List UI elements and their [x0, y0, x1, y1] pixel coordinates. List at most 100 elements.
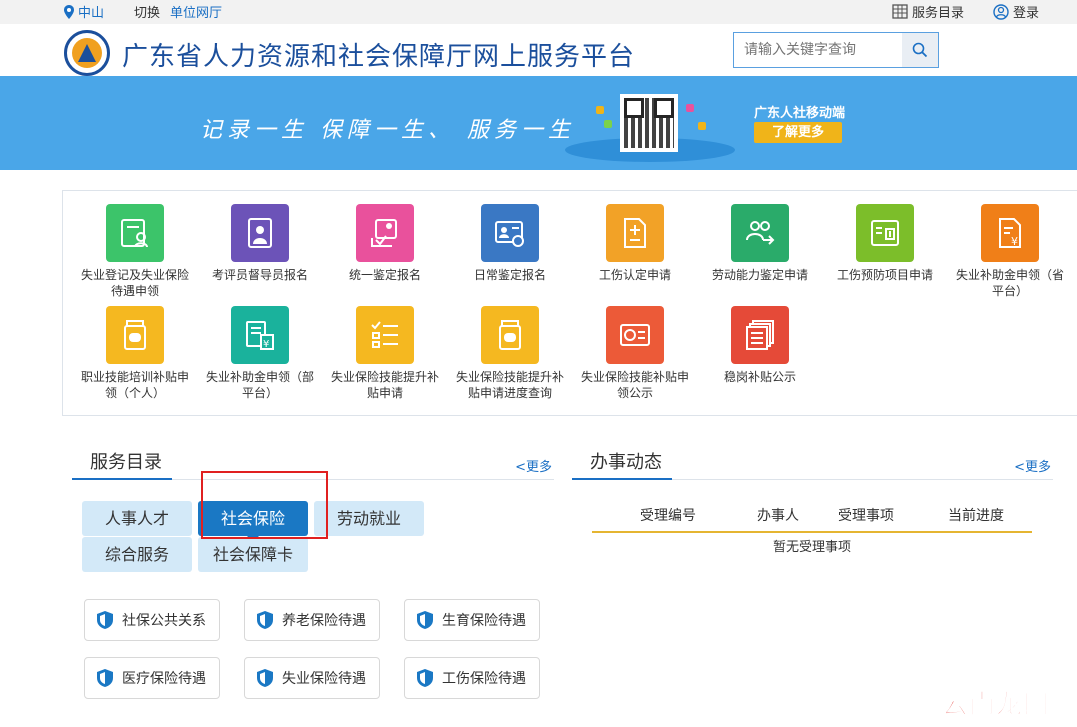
checklist-icon [356, 306, 414, 364]
more-link[interactable]: <更多 [515, 456, 552, 475]
stacked-docs-icon [731, 306, 789, 364]
login-link[interactable]: 登录 [993, 2, 1039, 21]
column-header: 受理编号 [640, 508, 696, 524]
section-title: 办事动态 [572, 448, 672, 480]
document-add-icon [606, 204, 664, 262]
service-label: 工伤认定申请 [598, 268, 671, 282]
service-item[interactable]: 工伤认定申请 [573, 204, 697, 283]
progress-section: 办事动态 <更多 受理编号 办事人 受理事项 当前进度 暂无受理事项 [572, 448, 1053, 555]
yuan-document-icon: ¥ [981, 204, 1039, 262]
service-item[interactable]: 失业保险技能提升补贴申请 [323, 306, 447, 401]
service-label: 失业保险技能补贴申领公示 [580, 370, 689, 400]
tab-hr-talent[interactable]: 人事人才 [82, 501, 192, 536]
service-label: 失业补助金申领（部平台） [205, 370, 314, 400]
service-item[interactable]: ¥ 失业补助金申领（省平台） [948, 204, 1072, 299]
location-pin-icon [64, 4, 74, 19]
service-label: 工伤预防项目申请 [836, 268, 933, 282]
appraisal-icon [356, 204, 414, 262]
qr-code [620, 94, 678, 152]
learn-more-button[interactable]: 了解更多 [754, 122, 842, 143]
tab-labor-employment[interactable]: 劳动就业 [314, 501, 424, 536]
decor-dot [698, 122, 706, 130]
service-label: 日常鉴定报名 [473, 268, 546, 282]
service-label: 稳岗补贴公示 [723, 370, 796, 384]
column-header: 办事人 [757, 508, 799, 524]
catalog-item[interactable]: 失业保险待遇 [244, 657, 380, 699]
table-header: 受理编号 办事人 受理事项 当前进度 [592, 503, 1032, 533]
service-item[interactable]: 日常鉴定报名 [448, 204, 572, 283]
column-header: 受理事项 [838, 508, 894, 524]
watermark: 云南龙网 [941, 690, 1051, 721]
section-header: 办事动态 <更多 [572, 448, 1053, 480]
catalog-item[interactable]: 社保公共关系 [84, 599, 220, 641]
service-label: 失业登记及失业保险待遇申领 [80, 268, 189, 298]
registration-icon [106, 204, 164, 262]
shield-icon [97, 669, 113, 687]
service-item[interactable]: 失业登记及失业保险待遇申领 [73, 204, 197, 299]
decor-dot [604, 120, 612, 128]
shield-icon [257, 611, 273, 629]
id-card-icon [481, 204, 539, 262]
site-header: 广东省人力资源和社会保障厅网上服务平台 [0, 24, 1077, 76]
service-label: 失业保险技能提升补贴申请进度查询 [455, 370, 564, 400]
top-bar: 中山 切换 单位网厅 服务目录 登录 [0, 0, 1077, 24]
svg-text:¥: ¥ [1011, 235, 1018, 248]
tab-general-services[interactable]: 综合服务 [82, 537, 192, 572]
pill-bottle-icon [481, 306, 539, 364]
catalog-item-label: 失业保险待遇 [282, 671, 366, 687]
examiner-icon [231, 204, 289, 262]
service-item[interactable]: 职业技能培训补贴申领（个人） [73, 306, 197, 401]
catalog-item-label: 养老保险待遇 [282, 613, 366, 629]
service-item[interactable]: 统一鉴定报名 [323, 204, 447, 283]
service-catalog-label: 服务目录 [912, 6, 965, 21]
column-header: 当前进度 [948, 508, 1004, 524]
catalog-item[interactable]: 工伤保险待遇 [404, 657, 540, 699]
highlight-annotation [201, 471, 328, 539]
search-box [733, 32, 939, 68]
service-label: 考评员督导员报名 [211, 268, 308, 282]
decor-dot [686, 104, 694, 112]
catalog-item[interactable]: 生育保险待遇 [404, 599, 540, 641]
search-input[interactable] [734, 33, 902, 67]
ministry-logo-icon[interactable] [64, 30, 110, 76]
catalog-item[interactable]: 养老保险待遇 [244, 599, 380, 641]
shield-icon [417, 669, 433, 687]
catalog-item-label: 医疗保险待遇 [122, 671, 206, 687]
service-item[interactable]: 失业保险技能补贴申领公示 [573, 306, 697, 401]
switch-label: 切换 [134, 6, 161, 21]
service-item[interactable]: 失业保险技能提升补贴申请进度查询 [448, 306, 572, 401]
catalog-item-label: 生育保险待遇 [442, 613, 526, 629]
service-label: 职业技能培训补贴申领（个人） [80, 370, 189, 400]
search-button[interactable] [902, 33, 938, 67]
user-icon [993, 3, 1009, 20]
pill-bottle-icon [106, 306, 164, 364]
service-label: 统一鉴定报名 [348, 268, 421, 282]
service-item[interactable]: 稳岗补贴公示 [698, 306, 822, 385]
medical-board-icon [856, 204, 914, 262]
decor-dot [596, 106, 604, 114]
more-link[interactable]: <更多 [1014, 456, 1051, 475]
search-icon [912, 42, 928, 58]
services-panel: 失业登记及失业保险待遇申领 考评员督导员报名 统一鉴定报名 日常鉴定报名 工伤认… [62, 190, 1077, 416]
service-item[interactable]: 劳动能力鉴定申请 [698, 204, 822, 283]
location-selector[interactable]: 中山 [64, 2, 104, 21]
service-item[interactable]: 考评员督导员报名 [198, 204, 322, 283]
shield-icon [97, 611, 113, 629]
unit-hall-link[interactable]: 单位网厅 [170, 2, 222, 21]
service-catalog-link[interactable]: 服务目录 [892, 2, 964, 21]
banner-slogan: 记录一生 保障一生、 服务一生 [200, 118, 575, 143]
service-item[interactable]: 工伤预防项目申请 [823, 204, 947, 283]
mobile-label: 广东人社移动端 [754, 106, 846, 121]
card-icon [606, 306, 664, 364]
section-title: 服务目录 [72, 448, 172, 480]
promo-banner[interactable]: 记录一生 保障一生、 服务一生 广东人社移动端 了解更多 [0, 76, 1077, 170]
service-label: 失业保险技能提升补贴申请 [330, 370, 439, 400]
service-item[interactable]: ¥ 失业补助金申领（部平台） [198, 306, 322, 401]
building-icon [892, 4, 908, 19]
yuan-list-icon: ¥ [231, 306, 289, 364]
site-title: 广东省人力资源和社会保障厅网上服务平台 [122, 42, 636, 72]
tab-social-security-card[interactable]: 社会保障卡 [198, 537, 308, 572]
service-label: 劳动能力鉴定申请 [711, 268, 808, 282]
login-label: 登录 [1013, 6, 1040, 21]
catalog-item[interactable]: 医疗保险待遇 [84, 657, 220, 699]
